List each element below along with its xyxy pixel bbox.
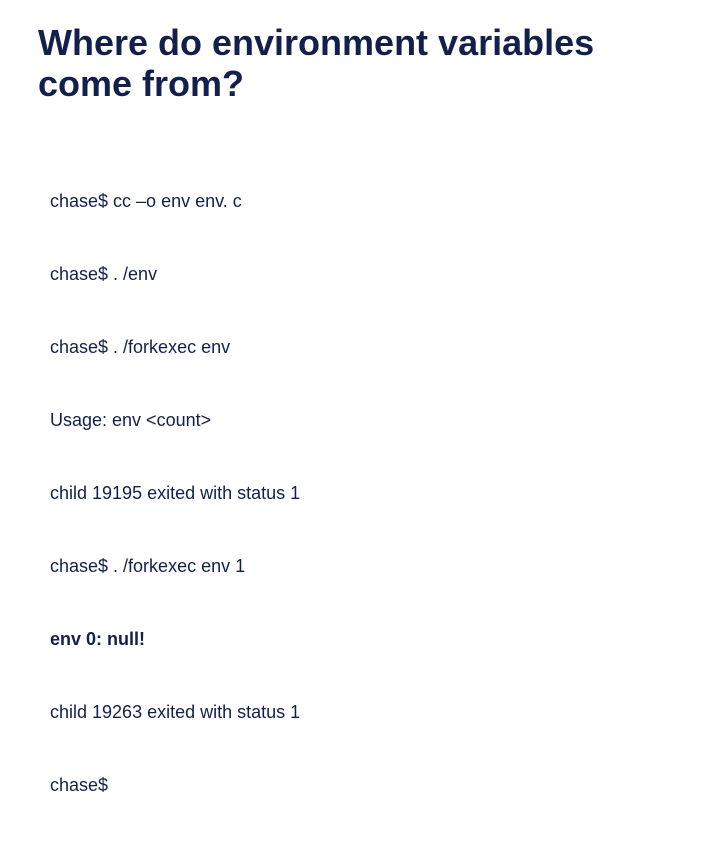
terminal-output: chase$ cc –o env env. c chase$ . /env ch…	[50, 141, 682, 845]
terminal-line: child 19263 exited with status 1	[50, 700, 682, 724]
terminal-line: Usage: env <count>	[50, 408, 682, 432]
slide: Where do environment variables come from…	[0, 0, 720, 540]
terminal-line: chase$ . /forkexec env	[50, 335, 682, 359]
terminal-line: chase$ cc –o env env. c	[50, 189, 682, 213]
slide-title: Where do environment variables come from…	[38, 22, 682, 105]
terminal-line: child 19195 exited with status 1	[50, 481, 682, 505]
terminal-line: chase$	[50, 773, 682, 797]
terminal-line: env 0: null!	[50, 627, 682, 651]
terminal-line: chase$ . /env	[50, 262, 682, 286]
terminal-line: chase$ . /forkexec env 1	[50, 554, 682, 578]
